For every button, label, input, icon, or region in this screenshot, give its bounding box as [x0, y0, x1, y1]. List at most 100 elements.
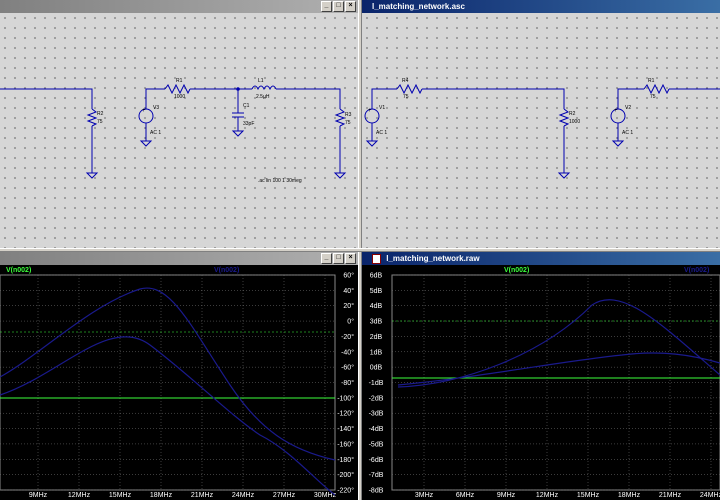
y-tick-label: -160°: [337, 440, 354, 448]
y-tick-label: 3dB: [370, 319, 383, 326]
schematic-left-titlebar[interactable]: _ □ ×: [0, 0, 358, 13]
r3-name: R3: [345, 112, 352, 118]
plot-area: 3MHz 6MHz 9MHz 12MHz 15MHz 18MHz 21MHz 24MHz 6dB…: [369, 273, 720, 499]
y-tick-label: -140°: [337, 425, 354, 433]
v2-value: AC 1: [622, 130, 633, 136]
c1-value: 33pF: [243, 121, 254, 127]
minimize-button[interactable]: _: [321, 1, 332, 12]
y-tick-label: 5dB: [370, 288, 383, 295]
y-tick-label: -20°: [341, 333, 354, 341]
waveform-window-right[interactable]: l_matching_network.raw V(n002) V(n002) 3…: [362, 252, 720, 500]
plot-frame: [0, 274, 336, 491]
v3-name: V3: [153, 105, 159, 111]
y-tick-label: 4dB: [370, 303, 383, 310]
v3-value: AC 1: [150, 130, 161, 136]
y-tick-label: -1dB: [369, 380, 384, 387]
close-button[interactable]: ×: [345, 1, 356, 12]
c1-name: C1: [243, 103, 250, 109]
schematic-left-canvas[interactable]: + R2 75 V3 AC 1 R1 1000 L1 2.5µH C1 33pF…: [0, 13, 358, 248]
y-tick-label: -2dB: [369, 395, 384, 402]
waveform-left-plot[interactable]: V(n002) V(n002) 9MHz 12MHz 15MHz 18MHz 21MHz…: [0, 265, 358, 500]
v2-name: V2: [625, 105, 631, 111]
phase-trace-label[interactable]: V(n002): [684, 267, 709, 274]
y-tick-label: 2dB: [370, 334, 383, 341]
resistor-r4-symbol: [396, 83, 423, 95]
phase-trace: [397, 299, 720, 388]
y-tick-label: -200°: [337, 471, 354, 479]
schematic-window-left[interactable]: _ □ × + R2 75 V3 AC 1 R1 1000 L1 2.5µH C…: [0, 0, 358, 248]
x-tick-label: 15MHz: [577, 492, 600, 499]
r4-name: R4: [402, 78, 409, 84]
inductor-l1-symbol: [251, 85, 277, 91]
r2-value: 75: [97, 119, 103, 125]
waveform-right-title: l_matching_network.raw: [386, 254, 480, 263]
y-tick-label: -6dB: [369, 457, 384, 464]
junction-dot: [236, 87, 240, 91]
y-tick-label: -60°: [341, 364, 354, 372]
x-tick-label: 21MHz: [659, 492, 682, 499]
waveform-right-plot[interactable]: V(n002) V(n002) 3MHz 6MHz 9MHz 12MHz 15MHz 18…: [362, 265, 720, 500]
wire: [422, 88, 565, 109]
r1-value: 75: [650, 94, 656, 100]
phase-trace-label[interactable]: V(n002): [214, 267, 239, 274]
x-tick-label: 12MHz: [68, 492, 91, 499]
r1-value: 1000: [174, 94, 185, 100]
phase-trace: [0, 336, 336, 496]
trace-label[interactable]: V(n002): [6, 267, 31, 274]
v1-value: AC 1: [376, 130, 387, 136]
x-tick-label: 9MHz: [497, 492, 516, 499]
resistor-r3-symbol: [334, 108, 346, 127]
x-tick-label: 9MHz: [29, 492, 48, 499]
r2-name: R2: [569, 111, 576, 117]
r2-name: R2: [97, 111, 104, 117]
y-tick-label: 40°: [343, 287, 354, 295]
x-tick-label: 18MHz: [150, 492, 173, 499]
phase-trace: [397, 352, 720, 386]
schematic-right-canvas[interactable]: + + R4 75 V1 AC 1 R2 1000 V2 AC 1 R1 75: [362, 13, 720, 248]
x-tick-label: 21MHz: [191, 492, 214, 499]
waveform-doc-icon: [372, 253, 381, 264]
y-tick-label: -120°: [337, 410, 354, 418]
ground-symbols: [85, 130, 347, 179]
v1-plus-sign: +: [368, 108, 372, 114]
spice-directive[interactable]: .ac lin 100 1 30meg: [258, 178, 302, 184]
r4-value: 75: [403, 94, 409, 100]
v2-plus-sign: +: [614, 108, 618, 114]
resistor-r1-symbol: [643, 83, 670, 95]
y-tick-label: -180°: [337, 456, 354, 464]
x-tick-label: 6MHz: [456, 492, 475, 499]
y-tick-label: 60°: [343, 272, 354, 280]
y-tick-label: 1dB: [370, 349, 383, 356]
schematic-left-drawing: + R2 75 V3 AC 1 R1 1000 L1 2.5µH C1 33pF…: [0, 78, 352, 184]
close-button[interactable]: ×: [345, 253, 356, 264]
schematic-window-right[interactable]: l_matching_network.asc + + R4 75 V1 AC 1…: [362, 0, 720, 248]
maximize-button[interactable]: □: [333, 253, 344, 264]
y-tick-label: -40°: [341, 348, 354, 356]
x-tick-label: 12MHz: [536, 492, 559, 499]
wire: [276, 88, 341, 109]
x-tick-label: 3MHz: [415, 492, 434, 499]
waveform-window-left[interactable]: _ □ × V(n002) V(n002) 9MHz 12MHz 15MHz 18MH…: [0, 252, 358, 500]
y-tick-label: -80°: [341, 379, 354, 387]
waveform-right-titlebar[interactable]: l_matching_network.raw: [362, 252, 720, 265]
trace-label[interactable]: V(n002): [504, 267, 529, 274]
y-tick-label: -3dB: [369, 411, 384, 418]
y-tick-label: -8dB: [369, 488, 384, 495]
x-tick-label: 15MHz: [109, 492, 132, 499]
y-tick-label: -220°: [337, 487, 354, 495]
waveform-left-titlebar[interactable]: _ □ ×: [0, 252, 358, 265]
y-tick-label: 0dB: [370, 365, 383, 372]
maximize-button[interactable]: □: [333, 1, 344, 12]
minimize-button[interactable]: _: [321, 253, 332, 264]
r2-value: 1000: [569, 119, 580, 125]
resistor-r2-symbol: [558, 108, 570, 127]
schematic-right-titlebar[interactable]: l_matching_network.asc: [362, 0, 720, 13]
y-tick-label: -5dB: [369, 441, 384, 448]
y-tick-label: 0°: [347, 318, 354, 326]
y-tick-label: 6dB: [370, 273, 383, 280]
y-tick-label: -7dB: [369, 472, 384, 479]
r1-name: R1: [648, 78, 655, 84]
x-tick-label: 24MHz: [232, 492, 255, 499]
r1-name: R1: [176, 78, 183, 84]
v3-plus-sign: +: [142, 108, 146, 114]
